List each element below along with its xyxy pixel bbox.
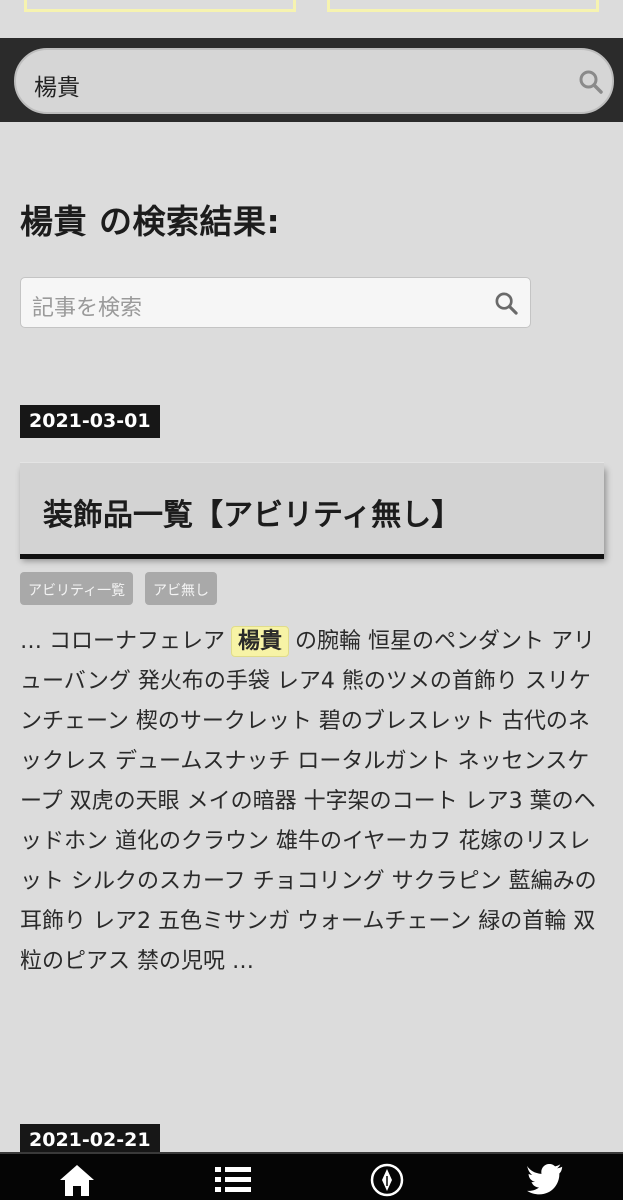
tag-ability-list[interactable]: アビリティ一覧: [20, 572, 134, 605]
search-highlight: 楊貴: [231, 626, 290, 657]
post-excerpt: … コローナフェレア 楊貴 の腕輪 恒星のペンダント アリューバング 発火布の手袋 …: [20, 622, 600, 982]
nav-twitter[interactable]: [525, 1160, 565, 1200]
nav-list[interactable]: [213, 1160, 253, 1200]
header-search-input[interactable]: 楊貴: [14, 48, 614, 114]
post-title-card[interactable]: 装飾品一覧【アビリティ無し】: [20, 462, 604, 554]
post-date-badge: 2021-03-01: [20, 405, 160, 438]
search-icon[interactable]: [578, 69, 604, 95]
post-date-badge: 2021-02-21: [20, 1124, 160, 1152]
tag-no-ability[interactable]: アビ無し: [145, 572, 217, 605]
nav-home[interactable]: [57, 1160, 97, 1200]
page-title: 楊貴 の検索結果:: [20, 202, 281, 241]
article-search-input[interactable]: 記事を検索: [20, 277, 531, 328]
header-search-value: 楊貴: [34, 75, 80, 101]
list-icon: [215, 1167, 251, 1192]
search-icon[interactable]: [494, 291, 519, 316]
excerpt-after: の腕輪 恒星のペンダント アリューバング 発火布の手袋 レア4 熊のツメの首飾り…: [20, 629, 597, 974]
header-bar: 楊貴: [0, 38, 623, 122]
banner-left[interactable]: [24, 0, 296, 12]
excerpt-before: … コローナフェレア: [20, 629, 225, 654]
pen-nib-icon: [370, 1163, 404, 1197]
bottom-nav: [0, 1152, 623, 1200]
nav-pen[interactable]: [367, 1160, 407, 1200]
banner-right[interactable]: [327, 0, 599, 12]
article-search-placeholder: 記事を検索: [32, 296, 143, 321]
twitter-bird-icon: [527, 1164, 563, 1195]
post-title[interactable]: 装飾品一覧【アビリティ無し】: [43, 490, 461, 534]
top-banner-strip: [0, 0, 623, 38]
home-icon: [60, 1165, 94, 1196]
